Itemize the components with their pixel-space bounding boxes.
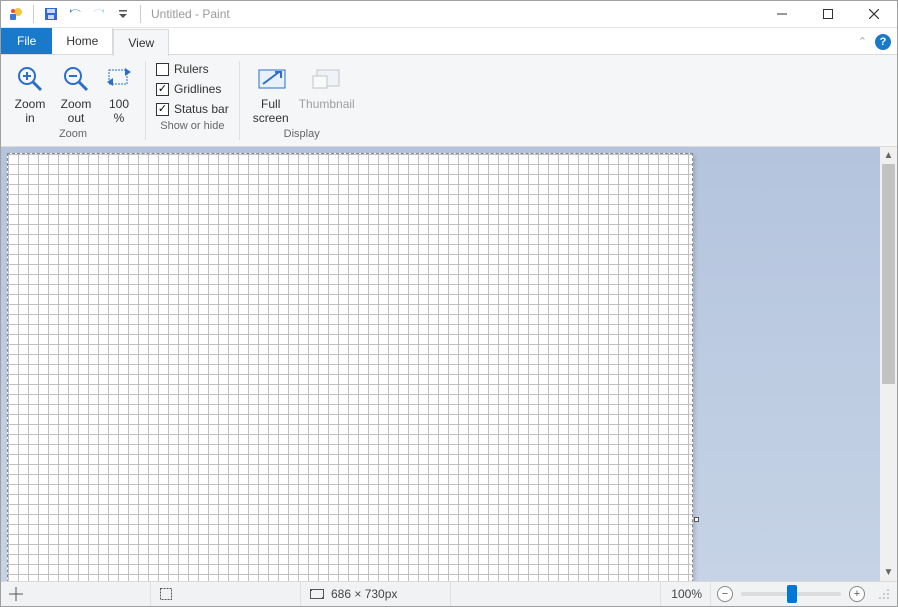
full-screen-button[interactable]: Full screen [246, 61, 296, 127]
tab-row: File Home View ⌃ ? [1, 28, 897, 55]
workspace: ▲ ▼ [1, 147, 897, 581]
ribbon: Zoom in Zoom out 100 % Zoom Rulers [1, 55, 897, 147]
maximize-button[interactable] [805, 1, 851, 28]
window-title: Untitled - Paint [151, 7, 230, 21]
scroll-up-button[interactable]: ▲ [880, 147, 897, 164]
tab-file[interactable]: File [1, 28, 52, 54]
close-button[interactable] [851, 1, 897, 28]
statusbar-checkbox[interactable]: Status bar [152, 99, 233, 119]
status-selection [151, 582, 301, 606]
checkbox-icon [156, 63, 169, 76]
title-bar: Untitled - Paint [1, 1, 897, 28]
scroll-track[interactable] [880, 164, 897, 564]
gridlines-checkbox[interactable]: Gridlines [152, 79, 225, 99]
tab-view[interactable]: View [113, 29, 169, 56]
status-zoom-label: 100% [661, 582, 711, 606]
scroll-thumb[interactable] [882, 164, 895, 384]
ribbon-group-display: Full screen Thumbnail Display [240, 55, 364, 146]
status-bar: 686 × 730px 100% − + [1, 581, 897, 606]
tab-home[interactable]: Home [52, 28, 113, 54]
status-cursor-pos [1, 582, 151, 606]
ribbon-group-show: Rulers Gridlines Status bar Show or hide [146, 55, 239, 146]
customize-qat-button[interactable] [112, 3, 134, 25]
minimize-ribbon-button[interactable]: ⌃ [858, 35, 867, 48]
resize-grip-icon[interactable] [877, 587, 891, 601]
app-icon [5, 3, 27, 25]
ribbon-group-label: Display [284, 127, 320, 144]
zoom-slider[interactable] [741, 592, 841, 596]
ribbon-group-label: Show or hide [160, 119, 224, 136]
crosshair-icon [9, 587, 23, 601]
thumbnail-button: Thumbnail [296, 61, 358, 113]
ribbon-group-zoom: Zoom in Zoom out 100 % Zoom [1, 55, 145, 146]
selection-icon [159, 587, 173, 601]
redo-button[interactable] [88, 3, 110, 25]
zoom-slider-thumb[interactable] [787, 585, 797, 603]
scroll-down-button[interactable]: ▼ [880, 564, 897, 581]
minimize-button[interactable] [759, 1, 805, 28]
full-screen-icon [255, 63, 287, 95]
zoom-out-button[interactable]: Zoom out [53, 61, 99, 127]
zoom-out-status-button[interactable]: − [717, 586, 733, 602]
vertical-scrollbar[interactable]: ▲ ▼ [880, 147, 897, 581]
canvas[interactable] [7, 153, 693, 581]
dimensions-icon [309, 587, 325, 601]
ribbon-group-label: Zoom [59, 127, 87, 144]
zoom-in-icon [14, 63, 46, 95]
checkbox-icon [156, 83, 169, 96]
zoom-in-status-button[interactable]: + [849, 586, 865, 602]
save-button[interactable] [40, 3, 62, 25]
help-button[interactable]: ? [875, 34, 891, 50]
zoom-100-icon [103, 63, 135, 95]
undo-button[interactable] [64, 3, 86, 25]
zoom-100-button[interactable]: 100 % [99, 61, 139, 127]
status-dimensions: 686 × 730px [301, 582, 451, 606]
resize-handle-east[interactable] [694, 517, 699, 522]
canvas-viewport[interactable] [1, 147, 880, 581]
checkbox-icon [156, 103, 169, 116]
zoom-in-button[interactable]: Zoom in [7, 61, 53, 127]
zoom-out-icon [60, 63, 92, 95]
thumbnail-icon [311, 63, 343, 95]
rulers-checkbox[interactable]: Rulers [152, 59, 213, 79]
